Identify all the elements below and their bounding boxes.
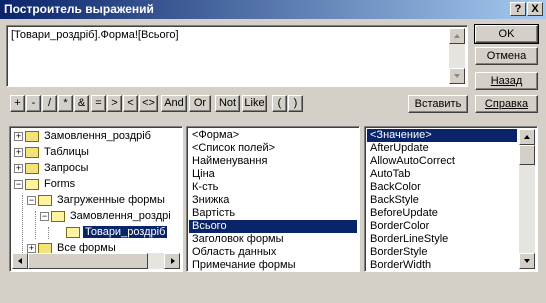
folder-icon <box>25 146 39 158</box>
operator-and-button[interactable]: And <box>161 95 187 112</box>
list-item[interactable]: <Список полей> <box>189 142 357 155</box>
tree-horizontal-scrollbar[interactable] <box>12 253 180 269</box>
operator-minus-button[interactable]: - <box>26 95 41 112</box>
open-folder-icon <box>25 178 39 190</box>
list-item[interactable]: Вартість <box>189 207 357 220</box>
operator-plus-button[interactable]: + <box>10 95 25 112</box>
operator-close-paren-button[interactable]: ) <box>288 95 303 112</box>
back-button-label: Назад <box>490 75 523 87</box>
folder-icon <box>25 130 39 142</box>
list-item[interactable]: BackStyle <box>367 194 517 207</box>
scroll-up-arrow-icon[interactable] <box>519 129 535 145</box>
operator-equals-button[interactable]: = <box>91 95 106 112</box>
tree-item-tables[interactable]: + Таблицы <box>14 144 91 160</box>
tree-item-label: Загруженные формы <box>57 194 165 206</box>
properties-list[interactable]: <Значение> AfterUpdate AllowAutoCorrect … <box>364 126 538 272</box>
operator-less-button[interactable]: < <box>123 95 138 112</box>
tree-item-label: Товари_роздріб <box>83 226 168 238</box>
open-folder-icon <box>51 210 65 222</box>
list-item[interactable]: <Форма> <box>189 129 357 142</box>
open-folder-icon <box>66 226 80 238</box>
folder-icon <box>25 162 39 174</box>
cancel-button[interactable]: Отмена <box>475 47 538 65</box>
expand-icon[interactable]: + <box>14 163 23 173</box>
operator-not-equal-button[interactable]: <> <box>139 95 158 112</box>
list-item[interactable]: BorderColor <box>367 220 517 233</box>
list-item[interactable]: <Значение> <box>367 129 517 142</box>
insert-button[interactable]: Вставить <box>408 95 468 113</box>
scroll-down-arrow-icon[interactable] <box>519 253 535 269</box>
list-item[interactable]: Найменування <box>189 155 357 168</box>
close-button[interactable]: X <box>527 2 543 16</box>
expand-icon[interactable]: + <box>27 243 36 253</box>
help-button[interactable]: Справка <box>475 95 538 113</box>
expression-text: [Товари_роздріб].Форма![Всього] <box>11 29 179 41</box>
list-item[interactable]: BorderStyle <box>367 246 517 259</box>
tree-item-label: Запросы <box>44 162 89 174</box>
list-item[interactable]: Ціна <box>189 168 357 181</box>
list-item[interactable]: AfterUpdate <box>367 142 517 155</box>
list-item[interactable]: Знижка <box>189 194 357 207</box>
title-bar: Построитель выражений ? X <box>0 0 546 19</box>
operator-greater-button[interactable]: > <box>107 95 122 112</box>
operator-divide-button[interactable]: / <box>42 95 57 112</box>
expression-input[interactable]: [Товари_роздріб].Форма![Всього] <box>6 25 468 87</box>
operator-or-button[interactable]: Or <box>189 95 211 112</box>
list-item[interactable]: BorderLineStyle <box>367 233 517 246</box>
fields-list[interactable]: <Форма> <Список полей> Найменування Ціна… <box>186 126 360 272</box>
operator-not-button[interactable]: Not <box>215 95 240 112</box>
list-item[interactable]: AutoTab <box>367 168 517 181</box>
scroll-thumb[interactable] <box>519 145 535 165</box>
scroll-down-arrow-icon[interactable] <box>449 68 465 84</box>
list-item[interactable]: Всього <box>189 220 357 233</box>
help-title-button[interactable]: ? <box>510 2 526 16</box>
expression-scrollbar[interactable] <box>449 28 465 84</box>
folder-icon <box>38 242 52 254</box>
tree-item-forms[interactable]: − Forms <box>14 176 77 192</box>
operator-open-paren-button[interactable]: ( <box>272 95 287 112</box>
properties-scrollbar[interactable] <box>519 129 535 269</box>
list-item[interactable]: AllowAutoCorrect <box>367 155 517 168</box>
tree-item-label: Таблицы <box>44 146 89 158</box>
scroll-up-arrow-icon[interactable] <box>449 28 465 44</box>
collapse-icon[interactable]: − <box>27 195 36 205</box>
list-item[interactable]: Примечание формы <box>189 259 357 271</box>
operator-concat-button[interactable]: & <box>74 95 89 112</box>
list-item[interactable]: Область данных <box>189 246 357 259</box>
tree-item-orders[interactable]: + Замовлення_роздріб <box>14 128 153 144</box>
tree-item-queries[interactable]: + Запросы <box>14 160 90 176</box>
tree-item-loaded-forms[interactable]: − Загруженные формы <box>27 192 167 208</box>
tree-item-label: Forms <box>44 178 76 190</box>
tree-connector <box>48 227 49 239</box>
tree-connector <box>22 195 23 255</box>
back-button[interactable]: Назад <box>475 72 538 90</box>
scroll-right-arrow-icon[interactable] <box>164 253 180 269</box>
expand-icon[interactable]: + <box>14 131 23 141</box>
scroll-left-arrow-icon[interactable] <box>12 253 28 269</box>
tree-connector <box>35 211 36 239</box>
window-title: Построитель выражений <box>4 2 154 16</box>
list-item[interactable]: Заголовок формы <box>189 233 357 246</box>
ok-button[interactable]: OK <box>474 24 539 44</box>
operator-like-button[interactable]: Like <box>242 95 267 112</box>
open-folder-icon <box>38 194 52 206</box>
help-button-label: Справка <box>484 98 529 110</box>
collapse-icon[interactable]: − <box>40 211 49 221</box>
tree-item-label: Замовлення_роздріб <box>44 130 151 142</box>
collapse-icon[interactable]: − <box>14 179 23 189</box>
tree-item-label: Замовлення_роздрі <box>70 210 171 222</box>
expand-icon[interactable]: + <box>14 147 23 157</box>
scroll-thumb[interactable] <box>28 253 148 269</box>
tree-item-orders-form[interactable]: − Замовлення_роздрі <box>40 208 173 224</box>
operator-multiply-button[interactable]: * <box>58 95 73 112</box>
tree-item-goods-form[interactable]: Товари_роздріб <box>66 224 168 240</box>
objects-tree[interactable]: + Замовлення_роздріб + Таблицы + Запросы − F… <box>9 126 183 272</box>
list-item[interactable]: К-сть <box>189 181 357 194</box>
list-item[interactable]: BorderWidth <box>367 259 517 271</box>
fields-list-items: <Форма> <Список полей> Найменування Ціна… <box>189 129 357 271</box>
list-item[interactable]: BackColor <box>367 181 517 194</box>
properties-list-items: <Значение> AfterUpdate AllowAutoCorrect … <box>367 129 517 271</box>
list-item[interactable]: BeforeUpdate <box>367 207 517 220</box>
